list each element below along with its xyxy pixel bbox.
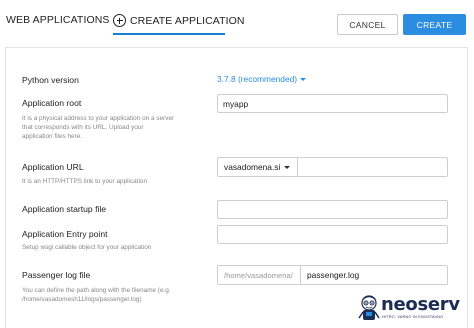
- chevron-down-icon: [284, 165, 291, 169]
- domain-value: vasadomena.si: [224, 162, 281, 172]
- passenger-log-help-1: You can define the path along with the f…: [22, 287, 171, 294]
- python-version-value: 3.7.8 (recommended): [217, 74, 298, 84]
- logo-name: neoserv: [381, 294, 460, 315]
- app-url-label: Application URL: [22, 162, 84, 172]
- app-root-help-1: It is a physical address to your applica…: [22, 115, 175, 122]
- create-button[interactable]: CREATE: [403, 14, 466, 35]
- entry-point-help: Setup wsgi callable object for your appl…: [22, 244, 152, 251]
- tab-create-application[interactable]: CREATE APPLICATION: [113, 14, 245, 27]
- header-bar: WEB APPLICATIONS CREATE APPLICATION CANC…: [0, 0, 474, 46]
- python-version-label: Python version: [22, 75, 79, 85]
- app-root-input[interactable]: myapp: [217, 94, 448, 113]
- startup-file-label: Application startup file: [22, 204, 107, 214]
- chevron-down-icon: [300, 78, 307, 81]
- app-url-input[interactable]: vasadomena.si: [217, 157, 448, 177]
- mascot-icon: [358, 295, 380, 320]
- app-url-help: It is an HTTP/HTTPS link to your applica…: [22, 178, 148, 185]
- active-tab-indicator: [113, 33, 225, 35]
- app-root-label: Application root: [22, 98, 82, 108]
- entry-point-label: Application Entry point: [22, 229, 108, 239]
- tab-create-label: CREATE APPLICATION: [130, 15, 245, 27]
- neoserv-logo: neoserv HITRO, VARNO IN ENOSTAVNO: [357, 294, 469, 326]
- app-root-value: myapp: [223, 98, 249, 109]
- passenger-log-label: Passenger log file: [22, 270, 91, 280]
- python-version-select[interactable]: 3.7.8 (recommended): [217, 74, 307, 84]
- entry-point-input[interactable]: [217, 225, 448, 244]
- startup-file-input[interactable]: [217, 200, 448, 219]
- passenger-log-prefix: /home/vasadomena/: [224, 270, 293, 280]
- tab-web-applications[interactable]: WEB APPLICATIONS: [6, 14, 110, 26]
- logo-tagline: HITRO, VARNO IN ENOSTAVNO: [382, 315, 444, 319]
- passenger-log-input[interactable]: /home/vasadomena/ passenger.log: [217, 265, 448, 285]
- app-root-help-2: that corresponds with its URL. Upload yo…: [22, 124, 144, 131]
- plus-circle-icon: [113, 14, 126, 27]
- app-root-help-3: application files here.: [22, 133, 83, 140]
- passenger-log-value[interactable]: passenger.log: [300, 266, 370, 284]
- domain-select[interactable]: vasadomena.si: [218, 158, 298, 176]
- cancel-button[interactable]: CANCEL: [337, 14, 398, 35]
- passenger-log-help-2: /home/vasadomesh11/logs/passenger.log): [22, 296, 142, 303]
